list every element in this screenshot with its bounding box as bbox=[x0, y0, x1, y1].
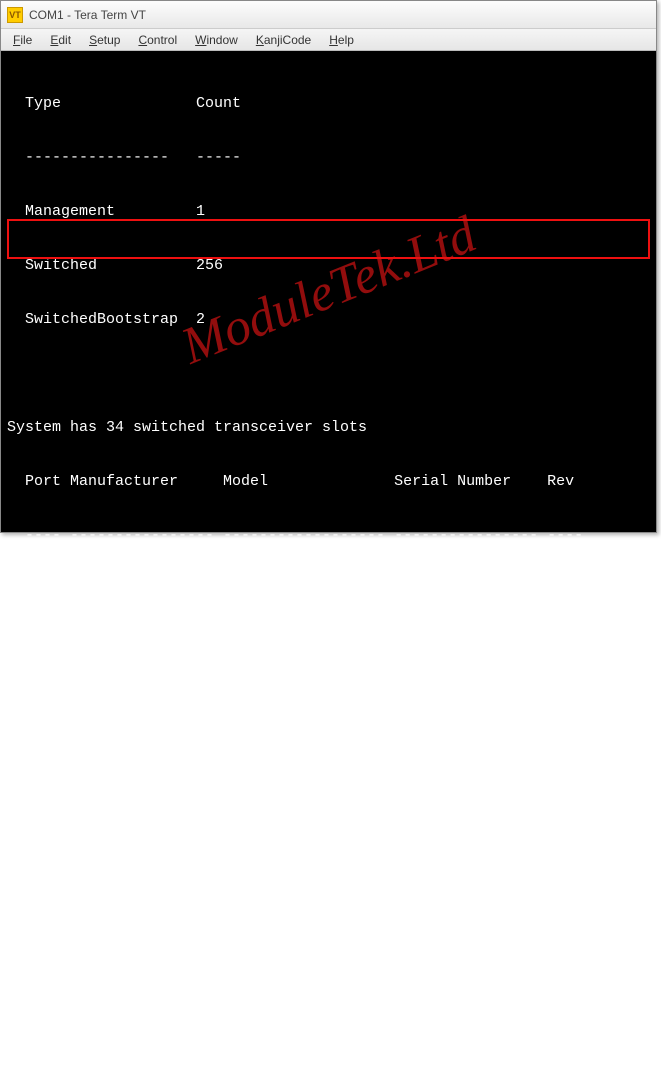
port-row: 10 Not Present bbox=[1, 1067, 656, 1074]
highlight-ports-1-2 bbox=[7, 219, 650, 259]
port-row: 7 Not Present bbox=[1, 905, 656, 923]
app-window: VT COM1 - Tera Term VT File Edit Setup C… bbox=[0, 0, 657, 533]
terminal-area[interactable]: Type Count ---------------- ----- Manage… bbox=[1, 51, 656, 532]
port-row: 8 Not Present bbox=[1, 959, 656, 977]
port-row: 1 Arista Networks QSFP-200G-CU1M TEST000… bbox=[1, 581, 656, 599]
window-title: COM1 - Tera Term VT bbox=[29, 8, 146, 22]
menu-edit[interactable]: Edit bbox=[42, 31, 79, 49]
menubar: File Edit Setup Control Window KanjiCode… bbox=[1, 29, 656, 51]
menu-setup[interactable]: Setup bbox=[81, 31, 128, 49]
port-row: 6 Not Present bbox=[1, 851, 656, 869]
menu-help[interactable]: Help bbox=[321, 31, 362, 49]
port-row: 3 Not Present bbox=[1, 689, 656, 707]
port-row: 2 Arista Networks QSFP-200G-CU1M TEST000… bbox=[1, 635, 656, 653]
watermark-text: ModuleTek.Ltd bbox=[181, 224, 477, 357]
app-icon: VT bbox=[7, 7, 23, 23]
summary-header: Type Count bbox=[1, 95, 656, 113]
blank-line bbox=[1, 365, 656, 383]
summary-row: Management 1 bbox=[1, 203, 656, 221]
menu-file[interactable]: File bbox=[5, 31, 40, 49]
summary-header-dash: ---------------- ----- bbox=[1, 149, 656, 167]
summary-row: SwitchedBootstrap 2 bbox=[1, 311, 656, 329]
titlebar[interactable]: VT COM1 - Tera Term VT bbox=[1, 1, 656, 29]
ports-header-dash: ---- ---------------- ------------------… bbox=[1, 527, 656, 545]
port-row: 5 Not Present bbox=[1, 797, 656, 815]
menu-control[interactable]: Control bbox=[130, 31, 185, 49]
menu-kanjicode[interactable]: KanjiCode bbox=[248, 31, 319, 49]
ports-header: Port Manufacturer Model Serial Number Re… bbox=[1, 473, 656, 491]
system-line: System has 34 switched transceiver slots bbox=[1, 419, 656, 437]
summary-row: Switched 256 bbox=[1, 257, 656, 275]
menu-window[interactable]: Window bbox=[187, 31, 246, 49]
port-row: 9 Not Present bbox=[1, 1013, 656, 1031]
port-row: 4 Not Present bbox=[1, 743, 656, 761]
